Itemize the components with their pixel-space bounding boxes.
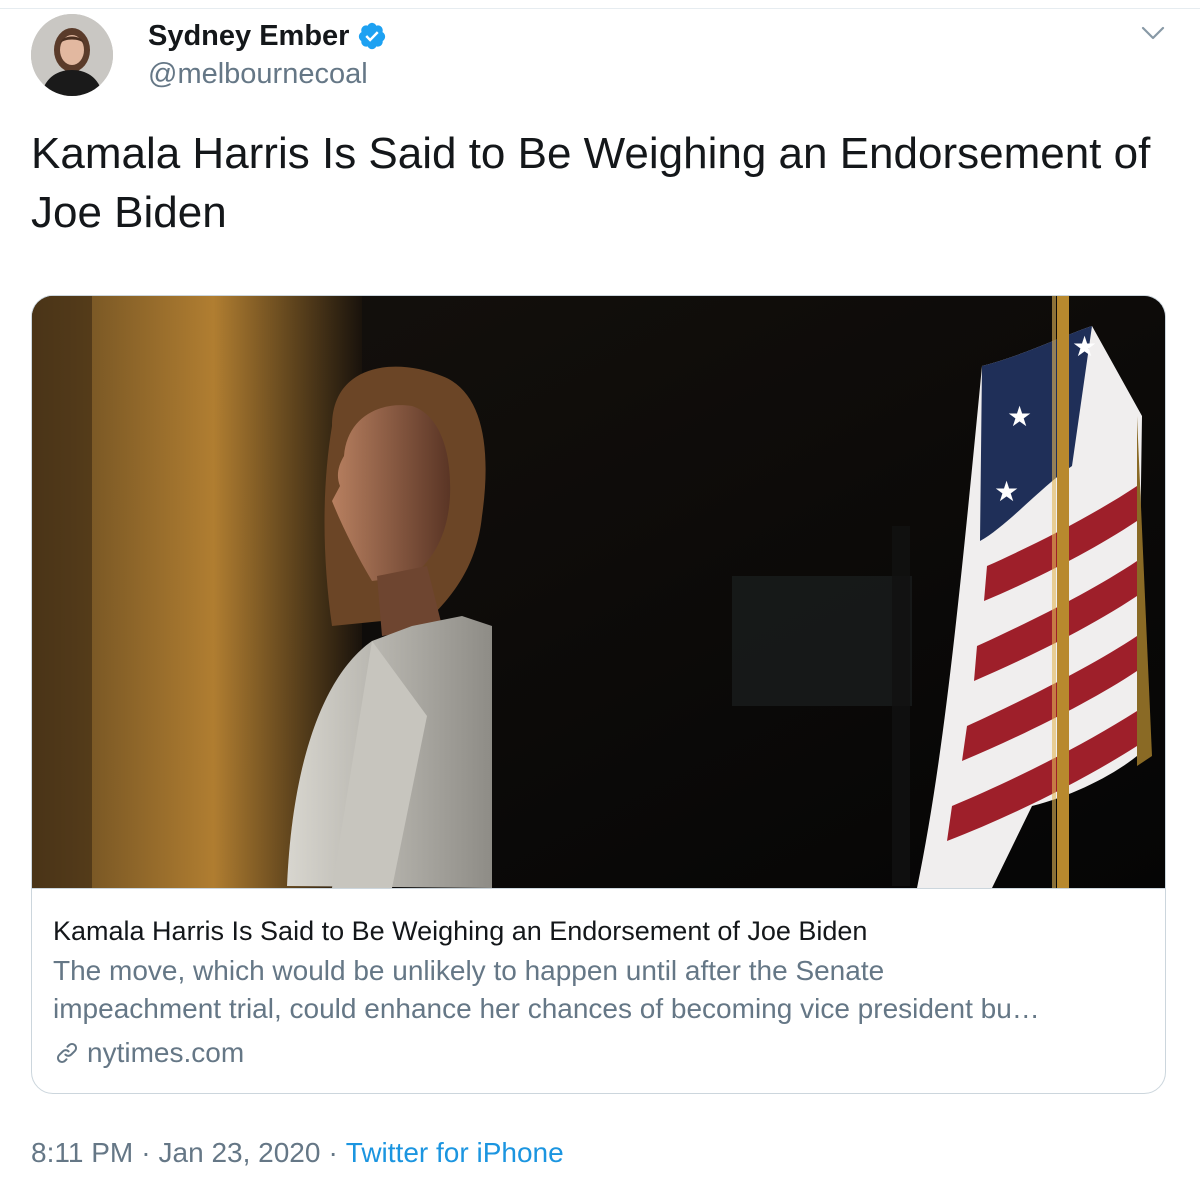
verified-badge-icon <box>359 22 386 50</box>
link-icon <box>56 1042 78 1064</box>
author-handle[interactable]: @melbournecoal <box>148 56 368 92</box>
card-domain-row: nytimes.com <box>53 1035 244 1071</box>
card-title: Kamala Harris Is Said to Be Weighing an … <box>53 916 868 946</box>
card-divider <box>32 888 1165 889</box>
author-name-row: Sydney Ember <box>148 18 387 54</box>
tweet: Sydney Ember @melbournecoal Kamala Harri… <box>0 0 1200 1198</box>
card-image: ★ ★ ★ <box>32 296 1165 888</box>
chevron-down-icon[interactable] <box>1138 18 1168 48</box>
svg-text:★: ★ <box>994 475 1019 508</box>
card-photo-icon: ★ ★ ★ <box>32 296 1165 888</box>
card-description-line-2: impeachment trial, could enhance her cha… <box>53 993 1040 1024</box>
svg-text:★: ★ <box>1007 400 1032 433</box>
card-domain: nytimes.com <box>87 1037 245 1068</box>
card-description-line-1: The move, which would be unlikely to hap… <box>53 955 885 986</box>
link-card[interactable]: ★ ★ ★ Kamala Harris Is Said to Be Weighi… <box>31 295 1166 1094</box>
card-description: The move, which would be unlikely to hap… <box>53 952 1148 1028</box>
tweet-source-link[interactable]: Twitter for iPhone <box>346 1137 564 1168</box>
tweet-text: Kamala Harris Is Said to Be Weighing an … <box>31 129 1151 237</box>
tweet-meta: 8:11 PM · Jan 23, 2020 · Twitter for iPhone <box>31 1134 564 1172</box>
tweet-time[interactable]: 8:11 PM <box>31 1137 133 1168</box>
tweet-date[interactable]: Jan 23, 2020 <box>159 1137 321 1168</box>
meta-separator: · <box>141 1137 151 1168</box>
author-display-name[interactable]: Sydney Ember <box>148 18 349 54</box>
svg-text:★: ★ <box>1072 330 1097 363</box>
avatar-photo-icon <box>31 14 113 96</box>
meta-separator: · <box>328 1137 338 1168</box>
author-avatar[interactable] <box>31 14 113 96</box>
